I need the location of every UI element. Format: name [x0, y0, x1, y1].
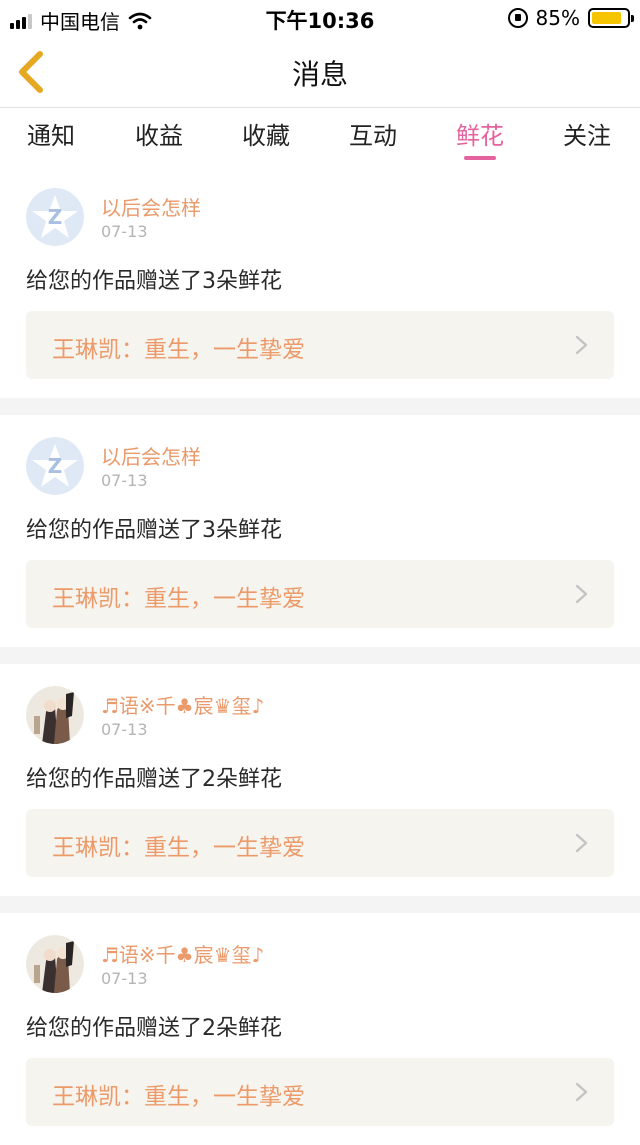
tab-follows[interactable]: 关注 [537, 116, 637, 151]
battery-icon [588, 8, 634, 28]
message-card: Z 以后会怎样 07-13 给您的作品赠送了3朵鲜花 王琳凯：重生，一生挚爱 [0, 415, 640, 647]
message-date: 07-13 [101, 471, 148, 490]
message-text: 给您的作品赠送了2朵鲜花 [26, 767, 282, 792]
tab-bar: 通知 收益 收藏 互动 鲜花 关注 [0, 108, 640, 166]
page-title: 消息 [291, 58, 348, 91]
message-date: 07-13 [101, 969, 148, 988]
status-bar-right: 85% [507, 6, 634, 30]
sender-name[interactable]: 以后会怎样 [101, 192, 201, 221]
tab-notifications[interactable]: 通知 [1, 116, 101, 151]
tab-earnings[interactable]: 收益 [109, 116, 209, 151]
message-card: ♬语※千♣宸♛玺♪ 07-13 给您的作品赠送了2朵鲜花 王琳凯：重生，一生挚爱 [0, 913, 640, 1145]
illustrated-avatar-icon[interactable] [26, 935, 84, 993]
default-star-avatar-icon[interactable]: Z [26, 437, 84, 495]
illustrated-avatar-icon[interactable] [26, 686, 84, 744]
work-title: 王琳凯：重生，一生挚爱 [52, 1084, 305, 1110]
svg-text:Z: Z [48, 454, 63, 478]
chevron-right-icon [575, 584, 588, 604]
navigation-bar: 消息 [0, 36, 640, 108]
orientation-lock-icon [507, 8, 528, 28]
svg-text:Z: Z [48, 205, 63, 229]
chevron-right-icon [575, 833, 588, 853]
message-text: 给您的作品赠送了3朵鲜花 [26, 269, 282, 294]
sender-name[interactable]: ♬语※千♣宸♛玺♪ [101, 690, 264, 719]
work-link[interactable]: 王琳凯：重生，一生挚爱 [26, 311, 614, 379]
tab-favorites[interactable]: 收藏 [216, 116, 316, 151]
tab-interactions[interactable]: 互动 [323, 116, 423, 151]
work-link[interactable]: 王琳凯：重生，一生挚爱 [26, 560, 614, 628]
chevron-right-icon [575, 1082, 588, 1102]
default-star-avatar-icon[interactable]: Z [26, 188, 84, 246]
sender-name[interactable]: 以后会怎样 [101, 441, 201, 470]
work-link[interactable]: 王琳凯：重生，一生挚爱 [26, 1058, 614, 1126]
tab-flowers[interactable]: 鲜花 [430, 116, 530, 160]
chevron-right-icon [575, 335, 588, 355]
work-title: 王琳凯：重生，一生挚爱 [52, 586, 305, 612]
sender-name[interactable]: ♬语※千♣宸♛玺♪ [101, 939, 264, 968]
message-date: 07-13 [101, 720, 148, 739]
battery-fill [592, 12, 621, 24]
message-card: Z 以后会怎样 07-13 给您的作品赠送了3朵鲜花 王琳凯：重生，一生挚爱 [0, 166, 640, 398]
message-text: 给您的作品赠送了2朵鲜花 [26, 1016, 282, 1041]
active-tab-indicator [464, 156, 496, 160]
message-card: ♬语※千♣宸♛玺♪ 07-13 给您的作品赠送了2朵鲜花 王琳凯：重生，一生挚爱 [0, 664, 640, 896]
work-link[interactable]: 王琳凯：重生，一生挚爱 [26, 809, 614, 877]
battery-percent: 85% [535, 6, 580, 30]
work-title: 王琳凯：重生，一生挚爱 [52, 835, 305, 861]
message-date: 07-13 [101, 222, 148, 241]
message-text: 给您的作品赠送了3朵鲜花 [26, 518, 282, 543]
work-title: 王琳凯：重生，一生挚爱 [52, 337, 305, 363]
status-bar: 中国电信 下午10:36 85% [0, 0, 640, 36]
